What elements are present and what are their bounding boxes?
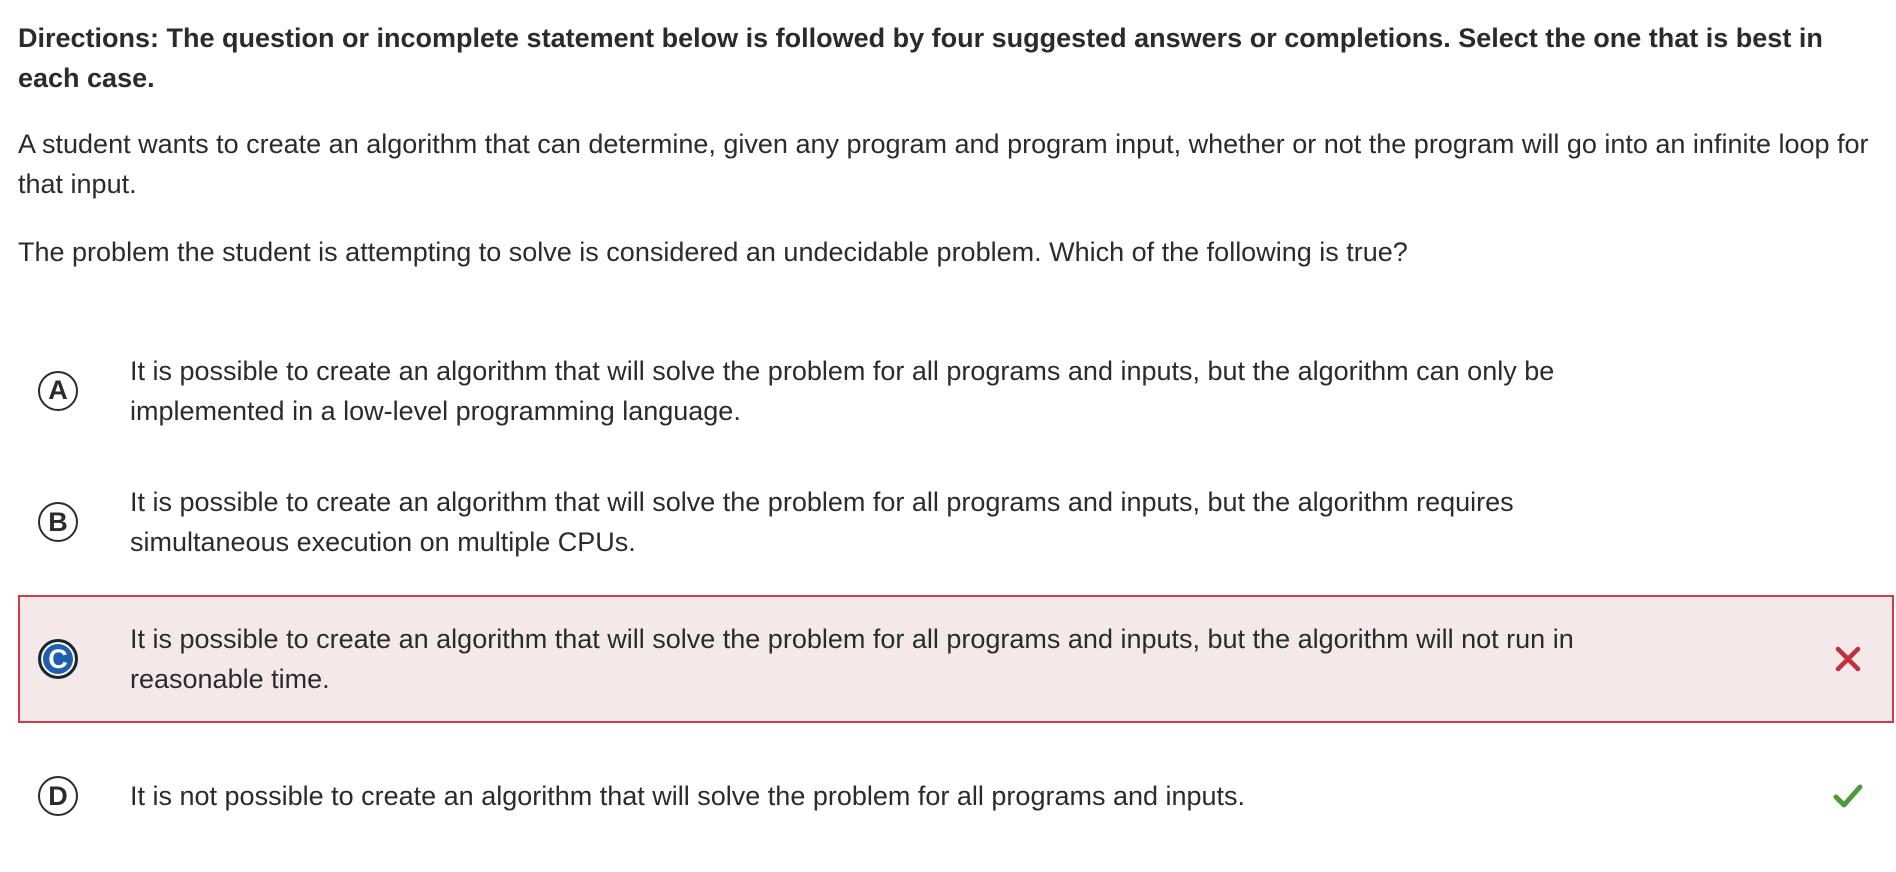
answer-choices: A It is possible to create an algorithm … bbox=[18, 332, 1894, 869]
choice-letter-b[interactable]: B bbox=[38, 502, 78, 542]
choice-text-b: It is possible to create an algorithm th… bbox=[130, 487, 1514, 557]
checkmark-icon bbox=[1833, 784, 1863, 808]
close-x-icon bbox=[1835, 646, 1861, 672]
question-stem-prompt: The problem the student is attempting to… bbox=[18, 237, 1408, 267]
directions-text: Directions: The question or incomplete s… bbox=[18, 23, 1823, 93]
choice-letter-c[interactable]: C bbox=[38, 639, 78, 679]
choice-text-d: It is not possible to create an algorith… bbox=[130, 781, 1246, 811]
answer-choice-b[interactable]: B It is possible to create an algorithm … bbox=[18, 449, 1894, 595]
choice-text-c: It is possible to create an algorithm th… bbox=[130, 624, 1574, 694]
question-stem-paragraph: A student wants to create an algorithm t… bbox=[18, 129, 1869, 199]
choice-letter-a[interactable]: A bbox=[38, 370, 78, 411]
answer-choice-a[interactable]: A It is possible to create an algorithm … bbox=[18, 332, 1894, 449]
answer-choice-c[interactable]: C It is possible to create an algorithm … bbox=[18, 595, 1894, 723]
choice-text-a: It is possible to create an algorithm th… bbox=[130, 355, 1555, 426]
question-container: Directions: The question or incomplete s… bbox=[18, 0, 1894, 869]
answer-choice-d[interactable]: D It is not possible to create an algori… bbox=[18, 723, 1894, 869]
choice-letter-d[interactable]: D bbox=[38, 776, 78, 816]
